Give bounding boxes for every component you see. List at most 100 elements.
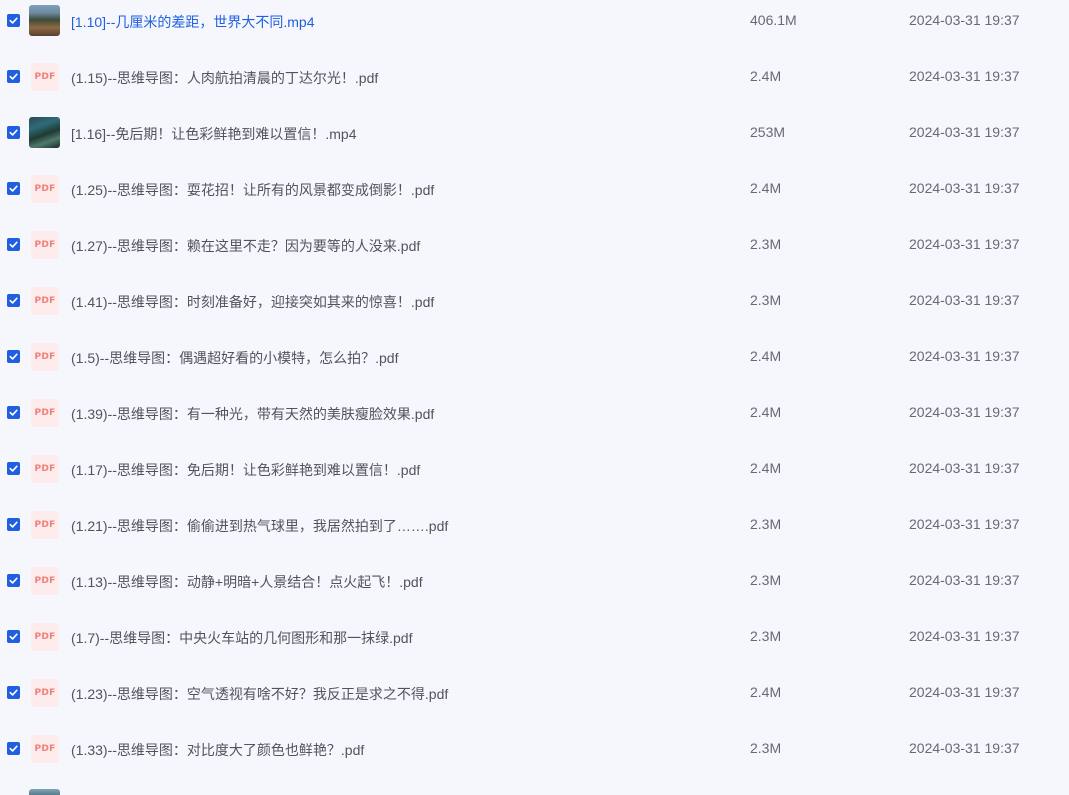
- pdf-badge-label: PDF: [34, 520, 56, 530]
- row-checkbox[interactable]: [7, 518, 20, 531]
- file-row[interactable]: PDF (1.21)--思维导图：偷偷进到热气球里，我居然拍到了…….pdf 2.3…: [0, 504, 1069, 560]
- pdf-badge-label: PDF: [34, 296, 56, 306]
- file-row[interactable]: PDF (1.33)--思维导图：对比度大了颜色也鲜艳？.pdf 2.3M 2024-…: [0, 728, 1069, 784]
- row-checkbox[interactable]: [7, 350, 20, 363]
- file-name[interactable]: (1.33)--思维导图：对比度大了颜色也鲜艳？.pdf: [71, 740, 364, 760]
- row-checkbox[interactable]: [7, 294, 20, 307]
- file-date: 2024-03-31 19:37: [909, 236, 1020, 252]
- file-row[interactable]: PDF (1.7)--思维导图：中央火车站的几何图形和那一抹绿.pdf 2.3M 20…: [0, 616, 1069, 672]
- check-icon: [9, 521, 18, 528]
- file-size: 2.4M: [750, 348, 782, 364]
- file-size: 2.4M: [750, 404, 782, 420]
- file-size: 253M: [750, 124, 786, 140]
- row-checkbox[interactable]: [7, 574, 20, 587]
- file-name[interactable]: (1.21)--思维导图：偷偷进到热气球里，我居然拍到了…….pdf: [71, 516, 448, 536]
- file-size: 2.4M: [750, 68, 782, 84]
- file-date: 2024-03-31 19:37: [909, 684, 1020, 700]
- file-row[interactable]: [1.10]--几厘米的差距，世界大不同.mp4 406.1M 2024-03-31…: [0, 0, 1069, 56]
- file-size: 2.4M: [750, 460, 782, 476]
- row-checkbox[interactable]: [7, 742, 20, 755]
- file-row[interactable]: PDF (1.27)--思维导图：赖在这里不走？因为要等的人没来.pdf 2.3M 2…: [0, 224, 1069, 280]
- check-icon: [9, 129, 18, 136]
- file-size: 2.3M: [750, 292, 782, 308]
- file-name[interactable]: (1.25)--思维导图：耍花招！让所有的风景都变成倒影！.pdf: [71, 180, 434, 200]
- row-checkbox[interactable]: [7, 630, 20, 643]
- file-size: 2.3M: [750, 572, 782, 588]
- pdf-badge-label: PDF: [34, 240, 56, 250]
- file-list: [1.10]--几厘米的差距，世界大不同.mp4 406.1M 2024-03-31…: [0, 0, 1069, 784]
- pdf-file-icon: PDF: [31, 63, 59, 91]
- check-icon: [9, 409, 18, 416]
- pdf-badge-label: PDF: [34, 744, 56, 754]
- check-icon: [9, 353, 18, 360]
- file-row[interactable]: PDF (1.41)--思维导图：时刻准备好，迎接突如其来的惊喜！.pdf 2.3M…: [0, 280, 1069, 336]
- pdf-badge-label: PDF: [34, 184, 56, 194]
- pdf-file-icon: PDF: [31, 455, 59, 483]
- file-date: 2024-03-31 19:37: [909, 460, 1020, 476]
- video-thumbnail-partial[interactable]: [29, 789, 60, 795]
- file-name[interactable]: (1.23)--思维导图：空气透视有啥不好？我反正是求之不得.pdf: [71, 684, 448, 704]
- check-icon: [9, 73, 18, 80]
- pdf-file-icon: PDF: [31, 175, 59, 203]
- file-size: 2.4M: [750, 684, 782, 700]
- pdf-badge-label: PDF: [34, 632, 56, 642]
- check-icon: [9, 241, 18, 248]
- file-row[interactable]: PDF (1.23)--思维导图：空气透视有啥不好？我反正是求之不得.pdf 2.4…: [0, 672, 1069, 728]
- pdf-file-icon: PDF: [31, 343, 59, 371]
- pdf-badge-label: PDF: [34, 408, 56, 418]
- pdf-file-icon: PDF: [31, 735, 59, 763]
- file-size: 2.3M: [750, 516, 782, 532]
- row-checkbox[interactable]: [7, 70, 20, 83]
- file-row[interactable]: PDF (1.25)--思维导图：耍花招！让所有的风景都变成倒影！.pdf 2.4M…: [0, 168, 1069, 224]
- file-name[interactable]: (1.15)--思维导图：人肉航拍清晨的丁达尔光！.pdf: [71, 68, 378, 88]
- row-checkbox[interactable]: [7, 14, 20, 27]
- video-thumbnail[interactable]: [29, 5, 60, 36]
- file-row[interactable]: PDF (1.17)--思维导图：免后期！让色彩鲜艳到难以置信！.pdf 2.4M 2…: [0, 448, 1069, 504]
- pdf-file-icon: PDF: [31, 567, 59, 595]
- check-icon: [9, 689, 18, 696]
- row-checkbox[interactable]: [7, 462, 20, 475]
- file-name[interactable]: (1.41)--思维导图：时刻准备好，迎接突如其来的惊喜！.pdf: [71, 292, 434, 312]
- file-date: 2024-03-31 19:37: [909, 628, 1020, 644]
- pdf-badge-label: PDF: [34, 688, 56, 698]
- pdf-badge-label: PDF: [34, 576, 56, 586]
- file-row[interactable]: PDF (1.13)--思维导图：动静+明暗+人景结合！点火起飞！.pdf 2.3M…: [0, 560, 1069, 616]
- file-size: 406.1M: [750, 12, 797, 28]
- file-size: 2.3M: [750, 740, 782, 756]
- row-checkbox[interactable]: [7, 126, 20, 139]
- file-name[interactable]: (1.39)--思维导图：有一种光，带有天然的美肤瘦脸效果.pdf: [71, 404, 434, 424]
- video-thumbnail[interactable]: [29, 117, 60, 148]
- row-checkbox[interactable]: [7, 182, 20, 195]
- file-name[interactable]: (1.5)--思维导图：偶遇超好看的小模特，怎么拍？.pdf: [71, 348, 398, 368]
- pdf-badge-label: PDF: [34, 352, 56, 362]
- file-date: 2024-03-31 19:37: [909, 68, 1020, 84]
- file-date: 2024-03-31 19:37: [909, 516, 1020, 532]
- pdf-file-icon: PDF: [31, 623, 59, 651]
- file-name[interactable]: [1.16]--免后期！让色彩鲜艳到难以置信！.mp4: [71, 124, 356, 144]
- pdf-file-icon: PDF: [31, 511, 59, 539]
- file-name[interactable]: (1.13)--思维导图：动静+明暗+人景结合！点火起飞！.pdf: [71, 572, 423, 592]
- check-icon: [9, 465, 18, 472]
- check-icon: [9, 633, 18, 640]
- file-name[interactable]: (1.17)--思维导图：免后期！让色彩鲜艳到难以置信！.pdf: [71, 460, 420, 480]
- file-date: 2024-03-31 19:37: [909, 180, 1020, 196]
- file-size: 2.3M: [750, 628, 782, 644]
- pdf-file-icon: PDF: [31, 399, 59, 427]
- check-icon: [9, 185, 18, 192]
- file-row[interactable]: [1.16]--免后期！让色彩鲜艳到难以置信！.mp4 253M 2024-03-3…: [0, 112, 1069, 168]
- row-checkbox[interactable]: [7, 686, 20, 699]
- pdf-file-icon: PDF: [31, 679, 59, 707]
- file-date: 2024-03-31 19:37: [909, 12, 1020, 28]
- file-name[interactable]: (1.27)--思维导图：赖在这里不走？因为要等的人没来.pdf: [71, 236, 420, 256]
- file-name[interactable]: (1.7)--思维导图：中央火车站的几何图形和那一抹绿.pdf: [71, 628, 412, 648]
- row-checkbox[interactable]: [7, 238, 20, 251]
- file-date: 2024-03-31 19:37: [909, 292, 1020, 308]
- file-size: 2.3M: [750, 236, 782, 252]
- file-row[interactable]: PDF (1.15)--思维导图：人肉航拍清晨的丁达尔光！.pdf 2.4M 2024…: [0, 56, 1069, 112]
- check-icon: [9, 745, 18, 752]
- pdf-file-icon: PDF: [31, 231, 59, 259]
- file-row[interactable]: PDF (1.5)--思维导图：偶遇超好看的小模特，怎么拍？.pdf 2.4M 202…: [0, 336, 1069, 392]
- file-row[interactable]: PDF (1.39)--思维导图：有一种光，带有天然的美肤瘦脸效果.pdf 2.4M…: [0, 392, 1069, 448]
- file-name[interactable]: [1.10]--几厘米的差距，世界大不同.mp4: [71, 12, 314, 32]
- row-checkbox[interactable]: [7, 406, 20, 419]
